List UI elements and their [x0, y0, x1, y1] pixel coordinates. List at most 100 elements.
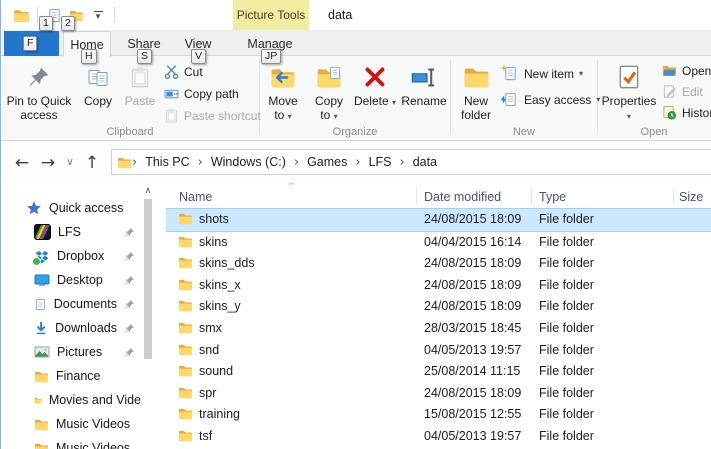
separator	[37, 7, 38, 23]
sidebar-item-lfs[interactable]: LFS	[1, 220, 141, 244]
separator	[114, 7, 115, 23]
sidebar-item-documents[interactable]: Documents	[1, 292, 141, 316]
copy-path-button[interactable]: Copy path	[164, 86, 261, 101]
new-folder-button[interactable]: New folder	[451, 59, 501, 127]
address-breadcrumb-bar[interactable]: › This PC › Windows (C:) › Games › LFS ›…	[111, 149, 711, 175]
file-row-skins-dds[interactable]: skins_dds 24/08/2015 18:09 File folder	[166, 253, 711, 275]
sort-ascending-icon: ^	[289, 183, 294, 191]
paste-shortcut-icon	[164, 108, 179, 123]
copy-button[interactable]: Copy	[77, 59, 119, 127]
back-button[interactable]: ←	[9, 142, 35, 183]
sidebar-item-music-videos-2[interactable]: Music Videos	[1, 436, 141, 449]
forward-button[interactable]: →	[35, 142, 61, 183]
navigation-pane: Quick access LFS Dropbox Desktop Documen…	[1, 183, 141, 449]
file-row-training[interactable]: training 15/08/2015 12:55 File folder	[166, 404, 711, 426]
scrollbar-up-icon[interactable]: ∧	[143, 185, 153, 195]
breadcrumb-lfs[interactable]: LFS	[363, 155, 398, 169]
pin-to-quick-access-button[interactable]: Pin to Quick access	[1, 59, 77, 127]
file-row-shots[interactable]: shots 24/08/2015 18:09 File folder	[166, 208, 711, 232]
breadcrumb: › This PC › Windows (C:) › Games › LFS ›…	[132, 155, 443, 170]
column-header-size[interactable]: Size	[679, 190, 703, 204]
file-row-spr[interactable]: spr 24/08/2015 18:09 File folder	[166, 383, 711, 405]
column-divider[interactable]	[416, 187, 417, 205]
breadcrumb-data[interactable]: data	[407, 155, 443, 169]
edit-button[interactable]: Edit	[662, 84, 711, 99]
up-icon: ↑	[84, 152, 100, 173]
keytip-file: F	[23, 36, 38, 51]
easy-access-button[interactable]: Easy access ▾	[503, 92, 600, 107]
new-item-button[interactable]: New item ▾	[503, 66, 600, 81]
folder-icon	[34, 442, 49, 449]
dropdown-caret: ▾	[626, 111, 631, 121]
sidebar-item-finance[interactable]: Finance	[1, 364, 141, 388]
file-row-smx[interactable]: smx 28/03/2015 18:45 File folder	[166, 318, 711, 340]
history-button[interactable]: History	[662, 105, 711, 120]
file-row-tsf[interactable]: tsf 04/05/2013 19:57 File folder	[166, 426, 711, 448]
folder-icon	[178, 212, 193, 225]
copy-path-icon	[164, 86, 179, 101]
sidebar-item-music-videos-1[interactable]: Music Videos	[1, 412, 141, 436]
file-row-skins-y[interactable]: skins_y 24/08/2015 18:09 File folder	[166, 296, 711, 318]
ribbon: Pin to Quick access Copy Paste Cut Copy …	[1, 56, 711, 141]
keytip-manage: JP	[261, 49, 282, 64]
up-button[interactable]: ↑	[79, 142, 105, 183]
sync-ok-badge	[32, 256, 41, 266]
delete-button[interactable]: Delete ▾	[352, 59, 398, 127]
rename-button[interactable]: Rename	[398, 59, 450, 127]
sidebar-item-movies[interactable]: Movies and Vide	[1, 388, 141, 412]
column-headers: ^ Name Date modified Type Size	[166, 183, 711, 209]
properties-icon	[617, 62, 641, 92]
history-icon	[662, 105, 677, 120]
folder-icon	[178, 386, 193, 399]
easy-access-icon	[503, 92, 519, 107]
breadcrumb-this-pc[interactable]: This PC	[139, 155, 195, 169]
sidebar-item-downloads[interactable]: Downloads	[1, 316, 141, 340]
quick-access-star-icon	[26, 200, 42, 216]
pin-icon	[124, 251, 135, 262]
ribbon-group-new: New folder New item ▾ Easy access ▾ New	[451, 56, 600, 140]
delete-icon	[363, 62, 387, 92]
contextual-tab-group-label: Picture Tools	[233, 0, 309, 30]
open-button[interactable]: Open	[662, 63, 711, 78]
copy-to-icon	[316, 62, 342, 92]
sidebar-item-desktop[interactable]: Desktop	[1, 268, 141, 292]
file-row-snd[interactable]: snd 04/05/2013 19:57 File folder	[166, 340, 711, 362]
file-row-skins-x[interactable]: skins_x 24/08/2015 18:09 File folder	[166, 275, 711, 297]
nav-pane-scrollbar[interactable]: ∧	[143, 185, 153, 449]
column-header-date-modified[interactable]: Date modified	[424, 190, 501, 204]
qat-customize-dropdown[interactable]: ▾	[87, 3, 109, 27]
column-divider[interactable]	[531, 187, 532, 205]
breadcrumb-games[interactable]: Games	[301, 155, 353, 169]
group-label-new: New	[512, 126, 535, 138]
sidebar-item-dropbox[interactable]: Dropbox	[1, 244, 141, 268]
desktop-icon	[34, 273, 50, 287]
scrollbar-thumb[interactable]	[144, 199, 152, 359]
title-bar: ▾ 1 2 Picture Tools data	[1, 0, 711, 31]
edit-icon	[662, 84, 677, 99]
scissors-icon	[164, 64, 179, 79]
column-header-name[interactable]: Name	[179, 190, 212, 204]
sidebar-item-quick-access[interactable]: Quick access	[1, 196, 141, 220]
properties-button[interactable]: Properties ▾	[598, 59, 660, 127]
paste-shortcut-button[interactable]: Paste shortcut	[164, 108, 261, 123]
file-rows: shots 24/08/2015 18:09 File folder skins…	[166, 208, 711, 449]
folder-icon	[178, 256, 193, 269]
column-header-type[interactable]: Type	[539, 190, 566, 204]
keytip-view: V	[191, 49, 207, 64]
folder-icon	[178, 299, 193, 312]
pin-icon	[124, 275, 135, 286]
copy-to-button[interactable]: Copy to ▾	[306, 59, 352, 127]
group-label-open: Open	[640, 126, 668, 138]
folder-icon	[178, 235, 193, 248]
move-to-button[interactable]: Move to ▾	[260, 59, 306, 127]
group-label-clipboard: Clipboard	[106, 126, 154, 138]
ribbon-tab-strip: Home Share View Manage	[1, 30, 711, 57]
paste-button[interactable]: Paste	[119, 59, 161, 127]
file-row-sound[interactable]: sound 25/08/2014 11:15 File folder	[166, 361, 711, 383]
cut-button[interactable]: Cut	[164, 64, 261, 79]
breadcrumb-windows-c[interactable]: Windows (C:)	[205, 155, 292, 169]
recent-locations-dropdown[interactable]: ∨	[61, 142, 79, 183]
column-divider[interactable]	[673, 187, 674, 205]
file-row-skins[interactable]: skins 04/04/2015 16:14 File folder	[166, 232, 711, 254]
sidebar-item-pictures[interactable]: Pictures	[1, 340, 141, 364]
